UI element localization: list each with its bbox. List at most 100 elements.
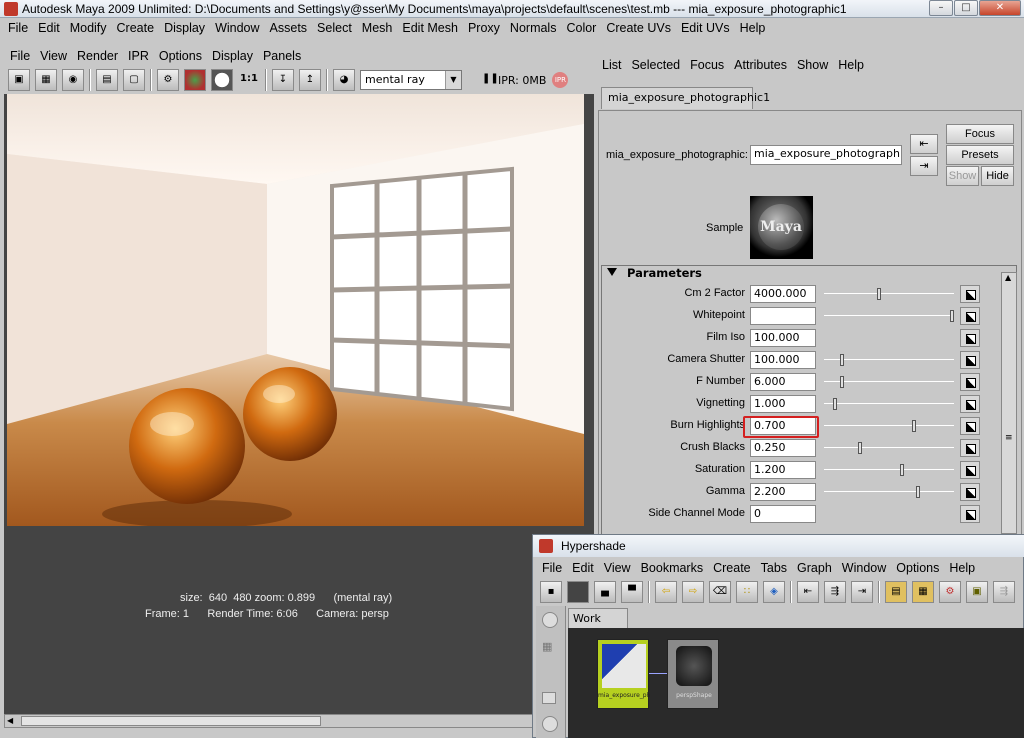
alpha-channel-icon[interactable] xyxy=(211,69,233,91)
map-texture-icon[interactable] xyxy=(960,439,980,457)
scroll-left-icon[interactable]: ◀ xyxy=(7,716,13,725)
hs-menu-help[interactable]: Help xyxy=(949,561,975,575)
tab-mia-exposure-photographic[interactable]: mia_exposure_photographic1 xyxy=(601,87,770,109)
hide-button[interactable]: Hide xyxy=(981,166,1014,186)
param-value-field[interactable]: 2.200 xyxy=(750,483,816,501)
slider-knob[interactable] xyxy=(840,376,845,388)
param-slider[interactable] xyxy=(824,442,954,454)
tab-work-area[interactable]: Work Area xyxy=(568,608,628,644)
menu-edit-mesh[interactable]: Edit Mesh xyxy=(402,21,458,35)
sphere-swatch-icon[interactable] xyxy=(542,716,558,732)
param-slider[interactable] xyxy=(824,310,954,322)
ae-menu-help[interactable]: Help xyxy=(838,58,864,72)
hs-menu-file[interactable]: File xyxy=(542,561,562,575)
snapshot-camera-icon[interactable]: ◉ xyxy=(62,69,84,91)
param-slider[interactable] xyxy=(824,288,954,300)
hs-menu-graph[interactable]: Graph xyxy=(797,561,832,575)
clear-graph-icon[interactable]: ⚙ xyxy=(939,581,961,603)
map-texture-icon[interactable] xyxy=(960,307,980,325)
map-texture-icon[interactable] xyxy=(960,373,980,391)
param-slider[interactable] xyxy=(824,376,954,388)
ipr-render-icon[interactable]: ▢ xyxy=(123,69,145,91)
hs-menu-tabs[interactable]: Tabs xyxy=(761,561,787,575)
slider-knob[interactable] xyxy=(912,420,917,432)
ae-menu-selected[interactable]: Selected xyxy=(631,58,680,72)
rv-menu-view[interactable]: View xyxy=(40,49,67,63)
param-value-field[interactable]: 1.200 xyxy=(750,461,816,479)
render-sequence-icon[interactable]: ▤ xyxy=(96,69,118,91)
map-texture-icon[interactable] xyxy=(960,505,980,523)
menu-edit-uvs[interactable]: Edit UVs xyxy=(681,21,730,35)
remove-image-icon[interactable]: ↥ xyxy=(299,69,321,91)
scroll-grip-icon[interactable]: ≡ xyxy=(1005,433,1013,443)
rearrange-graph-icon[interactable]: ⇶ xyxy=(993,581,1015,603)
node-name-field[interactable]: mia_exposure_photographic1 xyxy=(750,145,902,165)
display-render-globals-icon[interactable]: ◕ xyxy=(333,69,355,91)
parameters-section-header[interactable]: Parameters xyxy=(601,265,1001,281)
param-value-field[interactable]: 4000.000 xyxy=(750,285,816,303)
param-value-field[interactable]: 100.000 xyxy=(750,329,816,347)
rv-menu-file[interactable]: File xyxy=(10,49,30,63)
menu-display[interactable]: Display xyxy=(164,21,205,35)
menu-file[interactable]: File xyxy=(8,21,28,35)
menu-color[interactable]: Color xyxy=(566,21,596,35)
grid-icon[interactable]: ▦ xyxy=(542,640,552,653)
render-settings-icon[interactable]: ⚙ xyxy=(157,69,179,91)
renderer-dropdown[interactable]: mental ray ▼ xyxy=(360,70,462,90)
menu-normals[interactable]: Normals xyxy=(510,21,557,35)
hs-menu-bookmarks[interactable]: Bookmarks xyxy=(641,561,704,575)
slider-knob[interactable] xyxy=(840,354,845,366)
select-output-icon[interactable]: ⇥ xyxy=(910,156,938,176)
scrollbar-thumb[interactable] xyxy=(21,716,321,726)
presets-button[interactable]: Presets xyxy=(946,145,1014,165)
sphere-swatch-icon[interactable] xyxy=(542,612,558,628)
persp-shape-node[interactable]: perspShape xyxy=(667,639,719,709)
param-slider[interactable] xyxy=(824,464,954,476)
arrow-right-icon[interactable]: ⇨ xyxy=(682,581,704,603)
rv-menu-options[interactable]: Options xyxy=(159,49,202,63)
scroll-up-icon[interactable]: ▲ xyxy=(1005,273,1011,282)
map-texture-icon[interactable] xyxy=(960,329,980,347)
input-output-connections-icon[interactable]: ⇶ xyxy=(824,581,846,603)
swatch-resize-icon[interactable]: ▦ xyxy=(912,581,934,603)
hs-menu-edit[interactable]: Edit xyxy=(572,561,594,575)
color-swatch[interactable] xyxy=(750,307,816,325)
render-view-scrollbar[interactable]: ◀ xyxy=(4,714,594,728)
focus-button[interactable]: Focus xyxy=(946,124,1014,144)
map-texture-icon[interactable] xyxy=(960,417,980,435)
ae-menu-attributes[interactable]: Attributes xyxy=(734,58,787,72)
menu-select[interactable]: Select xyxy=(317,21,352,35)
grid-layout-icon[interactable]: ∷ xyxy=(736,581,758,603)
menu-assets[interactable]: Assets xyxy=(270,21,308,35)
rv-menu-display[interactable]: Display xyxy=(212,49,253,63)
menu-modify[interactable]: Modify xyxy=(70,21,107,35)
layout-bottom-icon[interactable]: ▄ xyxy=(594,581,616,603)
menu-create[interactable]: Create xyxy=(117,21,155,35)
param-value-field[interactable]: 100.000 xyxy=(750,351,816,369)
menu-help[interactable]: Help xyxy=(740,21,766,35)
show-button[interactable]: Show xyxy=(946,166,979,186)
input-connections-icon[interactable]: ⇤ xyxy=(797,581,819,603)
real-size-button[interactable]: 1:1 xyxy=(238,69,260,91)
rv-menu-panels[interactable]: Panels xyxy=(263,49,301,63)
pause-icon[interactable]: ❚❚ xyxy=(482,69,499,91)
menu-mesh[interactable]: Mesh xyxy=(362,21,393,35)
menu-window[interactable]: Window xyxy=(215,21,259,35)
eraser-icon[interactable]: ⌫ xyxy=(709,581,731,603)
map-texture-icon[interactable] xyxy=(960,483,980,501)
mia-exposure-node[interactable]: mia_exposure_phot... xyxy=(597,639,650,709)
slider-knob[interactable] xyxy=(858,442,863,454)
ae-menu-show[interactable]: Show xyxy=(797,58,828,72)
output-connections-icon[interactable]: ⇥ xyxy=(851,581,873,603)
swatch-icon[interactable] xyxy=(542,692,556,704)
param-slider[interactable] xyxy=(824,420,954,432)
select-input-icon[interactable]: ⇤ xyxy=(910,134,938,154)
minimize-button[interactable]: – xyxy=(929,0,953,16)
slider-knob[interactable] xyxy=(950,310,954,322)
menu-proxy[interactable]: Proxy xyxy=(468,21,500,35)
menu-edit[interactable]: Edit xyxy=(38,21,60,35)
map-texture-icon[interactable] xyxy=(960,351,980,369)
menu-create-uvs[interactable]: Create UVs xyxy=(606,21,671,35)
param-value-field[interactable]: 0 xyxy=(750,505,816,523)
ae-menu-focus[interactable]: Focus xyxy=(690,58,724,72)
